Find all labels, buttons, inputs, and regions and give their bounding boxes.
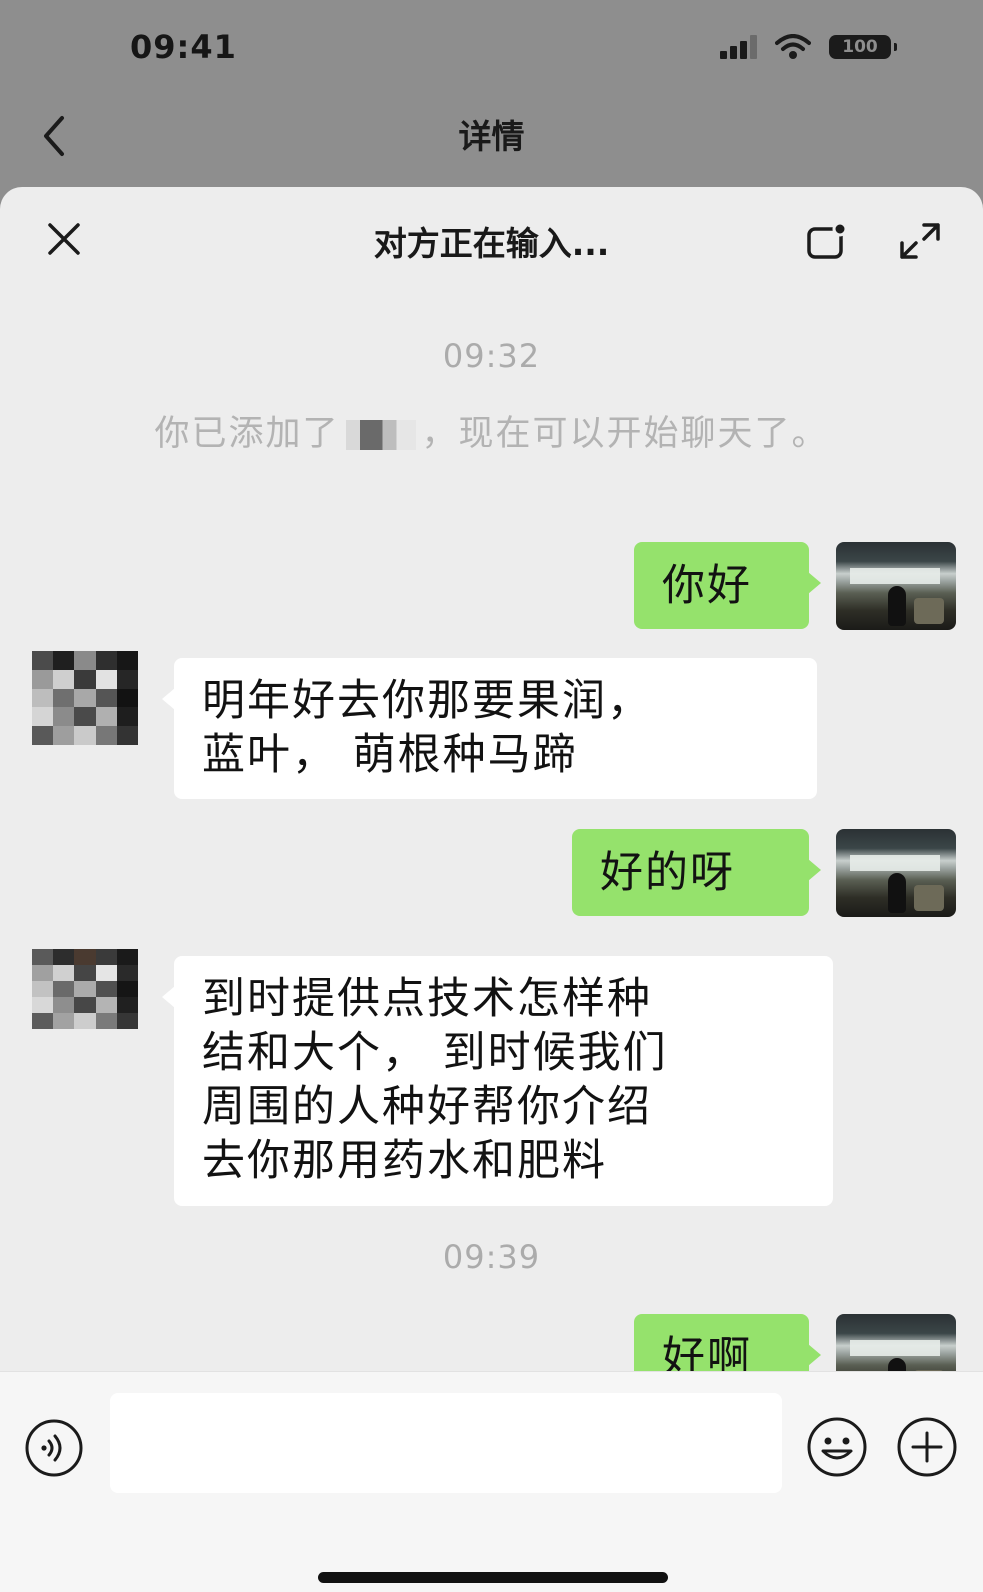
status-bar: 09:41 100: [0, 0, 983, 96]
avatar[interactable]: [836, 542, 956, 630]
emoji-icon[interactable]: [806, 1416, 868, 1478]
message-text: 到时提供点技术怎样种: [202, 974, 652, 1024]
chat-timestamp: 09:39: [442, 1238, 541, 1276]
message-text: 结和大个， 到时候我们: [202, 1028, 668, 1078]
received-message-bubble[interactable]: 明年好去你那要果润， 蓝叶， 萌根种马蹄: [162, 658, 817, 799]
system-message-prefix: 你已添加了: [154, 414, 340, 454]
wifi-icon: [775, 34, 811, 59]
nav-bar: 详情: [0, 96, 983, 188]
system-message: 你已添加了 ，现在可以开始聊天了。: [100, 407, 883, 461]
message-text: 蓝叶， 萌根种马蹄: [202, 730, 578, 780]
nav-title: 详情: [458, 117, 525, 156]
avatar[interactable]: [836, 829, 956, 917]
battery-icon: 100: [829, 35, 897, 59]
message-text: 明年好去你那要果润，: [202, 676, 652, 726]
avatar[interactable]: [32, 949, 138, 1029]
message-input[interactable]: [110, 1393, 782, 1493]
system-message-suffix: ，现在可以开始聊天了。: [421, 414, 829, 454]
chat-timestamp: 09:32: [442, 337, 541, 375]
signal-icon: [720, 35, 757, 59]
plus-icon[interactable]: [896, 1416, 958, 1478]
message-text: 你好: [662, 561, 752, 611]
home-indicator: [318, 1572, 668, 1583]
input-bar: [0, 1371, 983, 1592]
message-text: 周围的人种好帮你介绍: [202, 1082, 652, 1132]
sent-message-bubble[interactable]: 你好: [634, 542, 821, 629]
received-message-bubble[interactable]: 到时提供点技术怎样种 结和大个， 到时候我们 周围的人种好帮你介绍 去你那用药水…: [162, 956, 833, 1206]
sent-message-bubble[interactable]: 好的呀: [572, 829, 821, 916]
message-text: 去你那用药水和肥料: [202, 1136, 607, 1186]
message-text: 好的呀: [600, 848, 735, 898]
status-time: 09:41: [130, 28, 237, 66]
floating-window-icon[interactable]: [806, 221, 850, 261]
blurred-contact-name: [345, 420, 416, 450]
sheet-header: 对方正在输入...: [0, 187, 983, 297]
avatar[interactable]: [32, 651, 138, 745]
voice-icon[interactable]: [24, 1418, 84, 1478]
status-icons: 100: [720, 34, 897, 60]
expand-icon[interactable]: [898, 221, 942, 261]
